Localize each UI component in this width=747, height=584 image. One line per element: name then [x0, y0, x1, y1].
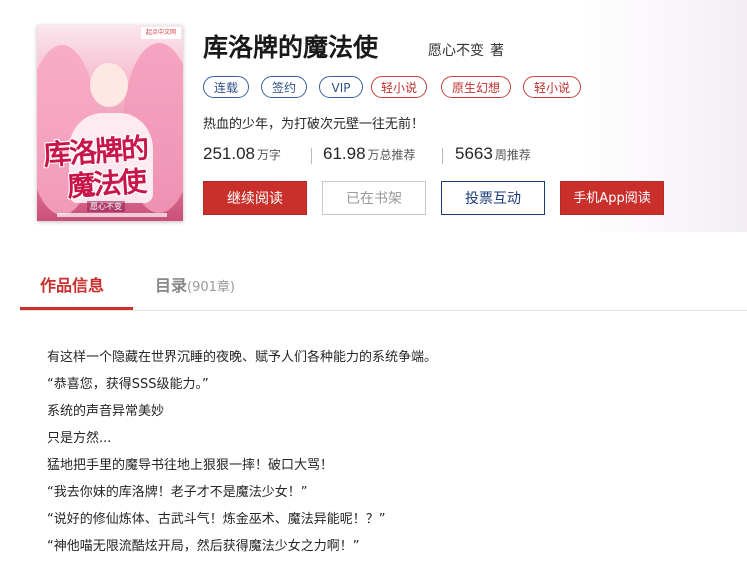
author-line: 愿心不变著	[428, 40, 504, 60]
vote-interact-button[interactable]: 投票互动	[441, 181, 545, 215]
description-line: “说好的修仙炼体、古武斗气！炼金巫术、魔法异能呢！？”	[47, 512, 386, 527]
description-line: “我去你妹的库洛牌！老子才不是魔法少女！”	[47, 485, 308, 500]
tag-signed[interactable]: 签约	[261, 76, 307, 98]
tag-serializing[interactable]: 连载	[203, 76, 249, 98]
description-line: 系统的声音异常美妙	[47, 404, 165, 419]
detail-tabs: 作品信息 目录(901章)	[20, 262, 747, 311]
tag-vip[interactable]: VIP	[319, 76, 363, 98]
stat-total-recommend: 61.98 万总推荐	[323, 144, 416, 164]
book-cover-image[interactable]: 起点中文网 库洛牌的 魔法使 愿心不变	[37, 25, 183, 221]
stat-weekly-recommend: 5663 周推荐	[455, 144, 531, 164]
stat-weekly-recommend-value: 5663	[455, 144, 493, 163]
description-line: “恭喜您，获得SSS级能力。”	[47, 377, 209, 392]
description-line: 只是方然...	[47, 431, 112, 446]
stat-weekly-recommend-unit: 周推荐	[494, 148, 531, 162]
tag-original-fantasy[interactable]: 原生幻想	[441, 76, 511, 98]
tab-table-of-contents[interactable]: 目录(901章)	[155, 272, 235, 296]
stat-word-count-unit: 万字	[257, 148, 282, 162]
cover-author: 愿心不变	[87, 201, 125, 212]
cover-title-line2: 魔法使	[66, 164, 147, 204]
author-name[interactable]: 愿心不变	[428, 43, 484, 59]
active-tab-indicator	[20, 307, 133, 310]
stat-divider	[311, 148, 312, 164]
stat-total-recommend-value: 61.98	[323, 144, 366, 163]
continue-reading-button[interactable]: 继续阅读	[203, 181, 307, 215]
cover-art-face	[90, 63, 128, 107]
stat-divider	[442, 148, 443, 164]
mobile-app-read-button[interactable]: 手机App阅读	[560, 181, 664, 215]
book-detail-card: 起点中文网 库洛牌的 魔法使 愿心不变 库洛牌的魔法使 愿心不变著 连载 签约 …	[0, 0, 747, 584]
tab-toc-label: 目录	[155, 276, 188, 295]
description-line: “神他喵无限流酷炫开局，然后获得魔法少女之力啊！”	[47, 539, 360, 554]
cover-footer-strip	[57, 213, 167, 217]
tab-toc-count: (901章)	[187, 280, 235, 295]
tag-light-novel[interactable]: 轻小说	[371, 76, 427, 98]
book-title: 库洛牌的魔法使	[203, 33, 379, 62]
stat-total-recommend-unit: 万总推荐	[367, 148, 416, 162]
cover-publisher-badge: 起点中文网	[141, 27, 181, 39]
description-line: 猛地把手里的魔导书往地上狠狠一摔！破口大骂！	[47, 458, 334, 473]
tab-book-info[interactable]: 作品信息	[40, 272, 104, 296]
book-description: 有这样一个隐藏在世界沉睡的夜晚、赋予人们各种能力的系统争端。 “恭喜您，获得SS…	[47, 350, 727, 566]
stat-word-count: 251.08 万字	[203, 144, 281, 164]
description-line: 有这样一个隐藏在世界沉睡的夜晚、赋予人们各种能力的系统争端。	[47, 350, 438, 365]
tag-light-novel-sub[interactable]: 轻小说	[523, 76, 581, 98]
on-shelf-button[interactable]: 已在书架	[322, 181, 426, 215]
author-role: 著	[490, 43, 504, 59]
stat-word-count-value: 251.08	[203, 144, 255, 163]
book-intro: 热血的少年，为打破次元壁一往无前！	[203, 117, 425, 132]
